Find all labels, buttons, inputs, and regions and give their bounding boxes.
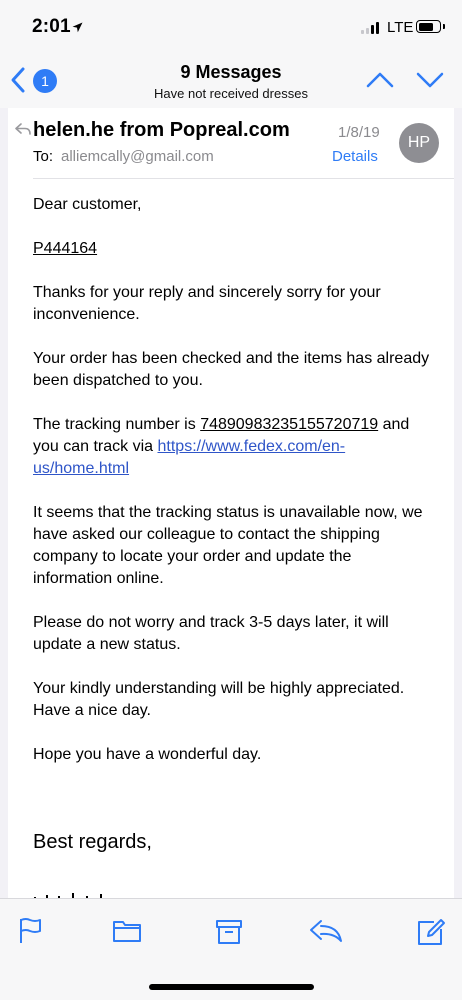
sender-avatar[interactable]: HP	[399, 123, 439, 163]
location-arrow-icon	[72, 20, 83, 38]
body-paragraph: Please do not worry and track 3-5 days l…	[33, 614, 389, 653]
header-divider	[33, 178, 454, 179]
folder-icon[interactable]	[112, 917, 142, 950]
battery-icon	[416, 20, 441, 33]
navigation-bar: 1 9 Messages Have not received dresses	[0, 52, 462, 108]
to-label: To:	[33, 148, 54, 165]
message-date: 1/8/19	[338, 124, 380, 141]
body-paragraph: Your order has been checked and the item…	[33, 350, 430, 389]
details-link[interactable]: Details	[332, 148, 378, 165]
tracking-number[interactable]: 74890983235155720719	[200, 416, 378, 433]
status-bar: 2:01 LTE	[0, 0, 462, 52]
body-paragraph: Hope you have a wonderful day.	[33, 746, 262, 763]
compose-icon[interactable]	[416, 917, 446, 952]
email-message: helen.he from Popreal.com 1/8/19 HP To: …	[8, 108, 454, 898]
next-message-chevron-down-icon[interactable]	[416, 70, 444, 95]
email-body: Dear customer, P444164 Thanks for your r…	[33, 194, 433, 788]
home-indicator[interactable]	[149, 984, 314, 990]
replied-indicator-icon	[15, 122, 31, 140]
reply-icon[interactable]	[308, 917, 344, 950]
body-paragraph: Your kindly understanding will be highly…	[33, 680, 405, 719]
tracking-paragraph: The tracking number is 74890983235155720…	[33, 414, 433, 480]
network-type: LTE	[387, 19, 414, 36]
sender-name[interactable]: helen.he from Popreal.com	[33, 119, 290, 142]
greeting: Dear customer,	[33, 196, 142, 213]
body-paragraph: It seems that the tracking status is una…	[33, 504, 423, 587]
closing: Best regards,	[33, 831, 152, 853]
body-paragraph: Thanks for your reply and sincerely sorr…	[33, 284, 381, 323]
flag-icon[interactable]	[18, 917, 44, 950]
previous-message-chevron-up-icon[interactable]	[366, 70, 394, 95]
archive-icon[interactable]	[214, 917, 244, 950]
order-id: P444164	[33, 240, 98, 257]
recipient-address[interactable]: alliemcally@gmail.com	[61, 148, 214, 165]
signature-cut-off	[33, 886, 113, 898]
signal-strength-icon	[361, 22, 379, 34]
tracking-intro: The tracking number is	[33, 416, 201, 433]
battery-tip	[443, 24, 445, 29]
status-time: 2:01	[32, 16, 71, 37]
